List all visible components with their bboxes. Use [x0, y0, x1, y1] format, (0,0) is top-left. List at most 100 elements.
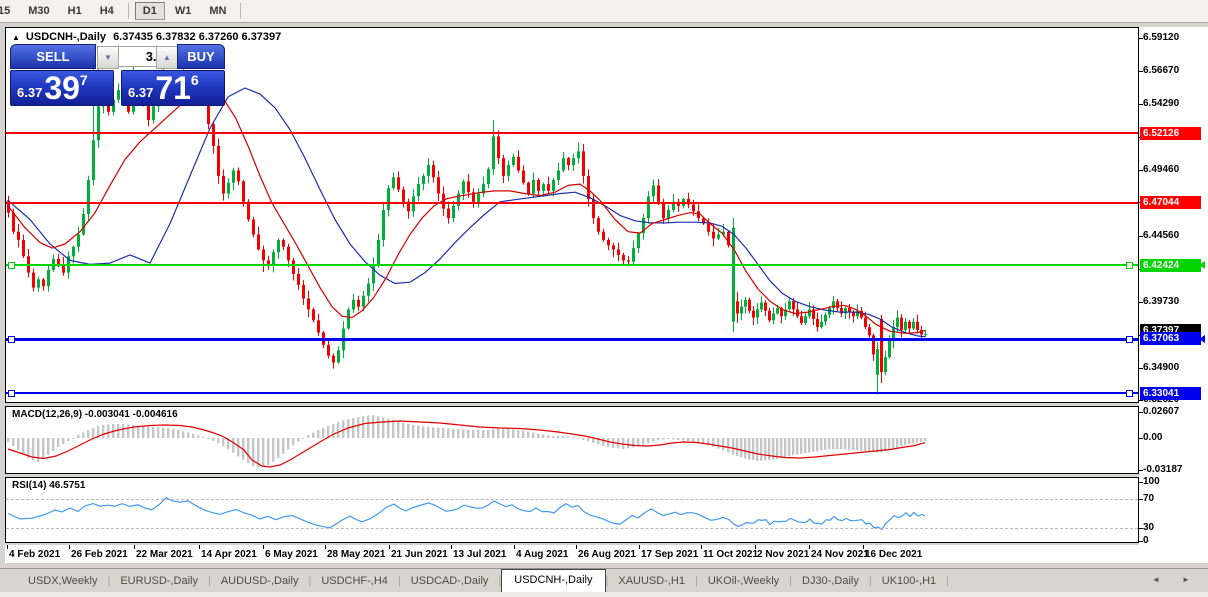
- toolbar-separator: [240, 3, 242, 19]
- date-tick: [514, 545, 515, 549]
- date-tick: [451, 545, 452, 549]
- date-tick: [7, 545, 8, 549]
- horizontal-level-line[interactable]: [6, 201, 1138, 204]
- chart-tab-usdx[interactable]: USDX,Weekly: [18, 571, 107, 592]
- timeframe-button-d1[interactable]: D1: [134, 2, 165, 20]
- date-tick: [863, 545, 864, 549]
- chart-canvas[interactable]: [6, 478, 1136, 540]
- symbol-tab-bar: USDX,Weekly | EURUSD-,Daily | AUDUSD-,Daily |…: [0, 568, 1208, 592]
- ask-price-prefix: 6.37: [128, 85, 154, 100]
- date-tick: [755, 545, 756, 549]
- date-tick: [325, 545, 326, 549]
- ask-price-big: 71: [155, 70, 191, 106]
- date-tick: [69, 545, 70, 549]
- timeframe-button-mn[interactable]: MN: [201, 2, 234, 20]
- chart-tab-usdcad-[interactable]: USDCAD-,Daily: [401, 571, 499, 592]
- chevron-up-icon: ▲: [163, 53, 171, 62]
- line-handle[interactable]: [1126, 262, 1133, 270]
- date-tick: [134, 545, 135, 549]
- rsi-axis-label: 70: [1143, 493, 1155, 504]
- date-tick: [199, 545, 200, 549]
- ask-price-sup: 6: [190, 72, 199, 88]
- chart-tab-eurusd-[interactable]: EURUSD-,Daily: [110, 571, 208, 592]
- date-tick: [639, 545, 640, 549]
- macd-indicator-pane[interactable]: MACD(12,26,9) -0.003041 -0.004616: [5, 406, 1139, 474]
- tab-scroll-right-icon[interactable]: ►: [1182, 575, 1190, 584]
- horizontal-level-line[interactable]: [6, 337, 1138, 341]
- metatrader-app: { "toolbar":{"timeframes":["15","M30","H…: [0, 0, 1208, 597]
- line-handle[interactable]: [1126, 335, 1133, 343]
- chart-tab-usdcnh-[interactable]: USDCNH-,Daily: [501, 569, 606, 592]
- timeframe-button-w1[interactable]: W1: [167, 2, 200, 20]
- chart-tab-uk100-[interactable]: UK100-,H1: [872, 571, 946, 592]
- chart-tab-ukoil-[interactable]: UKOil-,Weekly: [698, 571, 789, 592]
- horizontal-level-line[interactable]: [6, 264, 1138, 267]
- level-price-label: 6.33041: [1140, 387, 1201, 400]
- volume-increase-button[interactable]: ▲: [156, 46, 178, 69]
- rsi-level-line: [6, 499, 1138, 500]
- line-handle[interactable]: [8, 335, 15, 343]
- macd-axis-label: 0.00: [1143, 432, 1163, 443]
- rsi-axis-label: 100: [1143, 476, 1160, 487]
- rsi-indicator-pane[interactable]: RSI(14) 46.5751: [5, 477, 1139, 543]
- timeframe-button-m30[interactable]: M30: [20, 2, 57, 20]
- tab-separator: |: [946, 575, 950, 587]
- level-price-label: 6.52126: [1140, 127, 1201, 140]
- price-tick-label: 6.39730: [1143, 296, 1180, 307]
- date-label: 16 Dec 2021: [865, 549, 923, 560]
- collapse-panel-icon[interactable]: ▲: [12, 33, 20, 42]
- date-label: 21 Jun 2021: [391, 549, 448, 560]
- date-axis[interactable]: 4 Feb 2021 26 Feb 2021 22 Mar 2021 14 Apr 2…: [5, 545, 1139, 563]
- level-price-label: 6.42424: [1140, 259, 1201, 272]
- price-tick-label: 6.44560: [1143, 230, 1180, 241]
- date-label: 24 Nov 2021: [811, 549, 869, 560]
- chart-tab-xauusd-[interactable]: XAUUSD-,H1: [608, 571, 695, 592]
- rsi-axis-label: 0: [1143, 535, 1149, 546]
- level-axis-arrow: [1199, 261, 1205, 269]
- date-label: 14 Apr 2021: [201, 549, 257, 560]
- date-label: 11 Oct 2021: [703, 549, 759, 560]
- price-tick-label: 6.56670: [1143, 65, 1180, 76]
- timeframe-button-h4[interactable]: H4: [92, 2, 122, 20]
- line-handle[interactable]: [8, 390, 15, 398]
- date-label: 2 Nov 2021: [757, 549, 810, 560]
- macd-axis-label: -0.03187: [1143, 464, 1183, 475]
- volume-decrease-button[interactable]: ▼: [97, 46, 119, 69]
- date-label: 26 Aug 2021: [578, 549, 636, 560]
- price-axis[interactable]: 6.591206.566706.542906.518406.494606.470…: [1139, 27, 1208, 563]
- bid-price-prefix: 6.37: [17, 85, 43, 100]
- bid-price-quote[interactable]: 6.37 39 7: [10, 70, 114, 106]
- chart-tab-audusd-[interactable]: AUDUSD-,Daily: [211, 571, 309, 592]
- chart-ohlc-values: 6.37435 6.37832 6.37260 6.37397: [113, 31, 282, 43]
- one-click-trading-panel: SELL ▼ ▲ BUY 6.37 39 7 6.37 71 6: [10, 44, 225, 106]
- line-handle[interactable]: [1126, 390, 1133, 398]
- macd-axis-label: 0.02607: [1143, 406, 1180, 417]
- toolbar-separator: [127, 3, 129, 19]
- chart-tab-dj30-[interactable]: DJ30-,Daily: [792, 571, 869, 592]
- sell-button[interactable]: SELL: [10, 44, 96, 69]
- bid-price-sup: 7: [79, 72, 88, 88]
- timeframe-button-h1[interactable]: H1: [60, 2, 90, 20]
- date-tick: [809, 545, 810, 549]
- date-label: 17 Sep 2021: [641, 549, 699, 560]
- chart-title: ▲ USDCNH-,Daily 6.37435 6.37832 6.37260 6…: [12, 31, 281, 43]
- date-label: 28 May 2021: [327, 549, 386, 560]
- timeframe-button-15[interactable]: 15: [0, 2, 18, 20]
- buy-button[interactable]: BUY: [177, 44, 225, 69]
- macd-label: MACD(12,26,9) -0.003041 -0.004616: [12, 409, 178, 420]
- chart-symbol-period: USDCNH-,Daily: [25, 31, 106, 43]
- date-tick: [701, 545, 702, 549]
- price-tick-label: 6.54290: [1143, 98, 1180, 109]
- line-handle[interactable]: [8, 262, 15, 270]
- date-label: 6 May 2021: [265, 549, 318, 560]
- ask-price-quote[interactable]: 6.37 71 6: [121, 70, 225, 106]
- level-price-label: 6.37063: [1140, 332, 1201, 345]
- rsi-axis-label: 30: [1143, 522, 1155, 533]
- bid-price-big: 39: [44, 70, 80, 106]
- horizontal-level-line[interactable]: [6, 392, 1138, 395]
- tab-scroll-left-icon[interactable]: ◄: [1152, 575, 1160, 584]
- horizontal-level-line[interactable]: [6, 132, 1138, 135]
- rsi-level-line: [6, 528, 1138, 529]
- chart-tab-usdchf-[interactable]: USDCHF-,H4: [311, 571, 398, 592]
- date-label: 4 Feb 2021: [9, 549, 61, 560]
